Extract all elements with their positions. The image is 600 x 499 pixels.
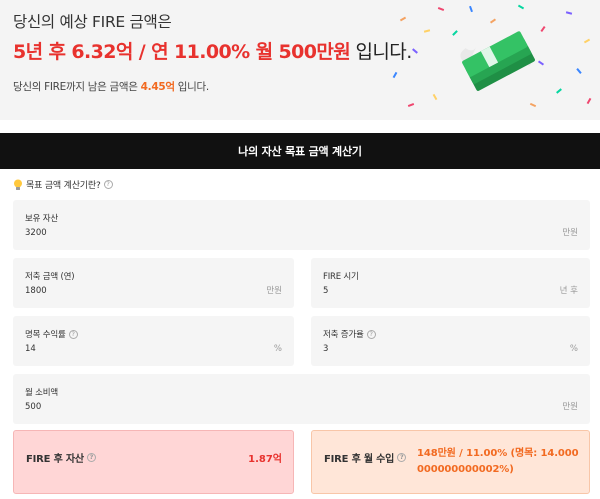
nominal-return-label: 명목 수익률? (25, 328, 78, 340)
nominal-return-input[interactable]: 14 (25, 344, 36, 354)
fire-time-label-text: FIRE 시기 (323, 272, 359, 282)
hero-remaining-amount: 당신의 FIRE까지 남은 금액은 4.45억 입니다. (13, 79, 209, 94)
assets-label: 보유 자산 (25, 212, 58, 224)
calculator-help-link[interactable]: 목표 금액 계산기란? ? (13, 178, 113, 191)
assets-field[interactable]: 보유 자산 3200 만원 (13, 200, 590, 250)
calculator-title-banner: 나의 자산 목표 금액 계산기 (0, 133, 600, 169)
monthly-spend-unit: 만원 (562, 402, 578, 412)
hero-remaining-suffix: 입니다. (174, 81, 209, 93)
hero-fire-amount: 5년 후 6.32억 / 연 11.00% 월 500만원 입니다. (13, 37, 412, 64)
fire-monthly-income-label: FIRE 후 월 수입? (324, 450, 407, 465)
help-icon[interactable]: ? (86, 453, 96, 462)
savings-growth-unit: % (569, 344, 578, 354)
annual-savings-label: 저축 금액 (연) (25, 270, 75, 282)
assets-unit: 만원 (562, 228, 578, 238)
money-stack-illustration (392, 4, 592, 108)
fire-summary-hero: 당신의 예상 FIRE 금액은 5년 후 6.32억 / 연 11.00% 월 … (0, 0, 600, 120)
monthly-spend-label-text: 월 소비액 (25, 388, 58, 398)
assets-input[interactable]: 3200 (25, 228, 47, 238)
hero-intro-text: 당신의 예상 FIRE 금액은 (13, 13, 172, 31)
fire-time-label: FIRE 시기 (323, 270, 359, 282)
calculator-help-text: 목표 금액 계산기란? (26, 181, 101, 191)
savings-growth-input[interactable]: 3 (323, 344, 328, 354)
fire-time-unit: 년 후 (559, 286, 578, 296)
fire-assets-result-label-text: FIRE 후 자산 (26, 454, 84, 465)
savings-growth-label: 저축 증가율? (323, 328, 376, 340)
fire-assets-result-label: FIRE 후 자산? (26, 450, 96, 465)
help-icon[interactable]: ? (366, 329, 376, 339)
lightbulb-icon (14, 179, 22, 190)
help-icon[interactable]: ? (103, 180, 113, 189)
fire-monthly-income-label-text: FIRE 후 월 수입 (324, 454, 395, 465)
savings-growth-label-text: 저축 증가율 (323, 330, 364, 340)
fire-assets-result: FIRE 후 자산? 1.87억 (13, 430, 294, 494)
hero-remaining-highlight: 4.45억 (140, 81, 175, 93)
savings-growth-field[interactable]: 저축 증가율? 3 % (311, 316, 590, 366)
annual-savings-unit: 만원 (266, 286, 282, 296)
hero-fire-amount-highlight: 5년 후 6.32억 / 연 11.00% 월 500만원 (13, 41, 351, 63)
help-icon[interactable]: ? (397, 453, 407, 462)
fire-monthly-income-value: 148만원 / 11.00% (명목: 14.000000000000002%) (417, 448, 579, 475)
help-icon[interactable]: ? (68, 329, 78, 339)
fire-time-input[interactable]: 5 (323, 286, 328, 296)
fire-time-field[interactable]: FIRE 시기 5 년 후 (311, 258, 590, 308)
fire-monthly-income-result: FIRE 후 월 수입? 148만원 / 11.00% (명목: 14.0000… (311, 430, 590, 494)
monthly-spend-label: 월 소비액 (25, 386, 58, 398)
fire-assets-result-value: 1.87억 (248, 454, 282, 465)
assets-label-text: 보유 자산 (25, 214, 58, 224)
nominal-return-label-text: 명목 수익률 (25, 330, 66, 340)
monthly-spend-field[interactable]: 월 소비액 500 만원 (13, 374, 590, 424)
monthly-spend-input[interactable]: 500 (25, 402, 41, 412)
nominal-return-unit: % (273, 344, 282, 354)
hero-remaining-prefix: 당신의 FIRE까지 남은 금액은 (13, 81, 141, 93)
annual-savings-label-text: 저축 금액 (연) (25, 272, 75, 282)
annual-savings-field[interactable]: 저축 금액 (연) 1800 만원 (13, 258, 294, 308)
nominal-return-field[interactable]: 명목 수익률? 14 % (13, 316, 294, 366)
annual-savings-input[interactable]: 1800 (25, 286, 47, 296)
